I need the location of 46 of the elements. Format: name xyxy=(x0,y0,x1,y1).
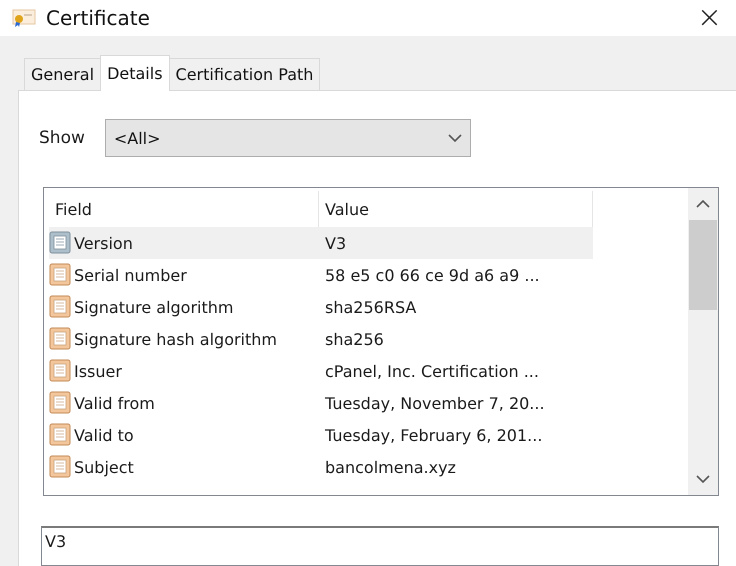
field-name: Version xyxy=(74,234,133,252)
field-name: Signature hash algorithm xyxy=(74,330,277,348)
field-icon xyxy=(49,455,71,479)
field-name: Subject xyxy=(74,458,134,476)
tab[interactable]: General xyxy=(24,58,102,90)
field-icon xyxy=(49,231,71,255)
list-row[interactable]: Signature algorithm sha256RSA xyxy=(49,291,593,323)
field-icon xyxy=(49,391,71,415)
chevron-up-icon xyxy=(696,200,710,208)
field-icon xyxy=(49,359,71,383)
field-icon xyxy=(49,295,71,319)
field-name: Issuer xyxy=(74,362,122,380)
certificate-icon xyxy=(12,8,36,28)
field-name: Signature algorithm xyxy=(74,298,234,316)
field-value: 58 e5 c0 66 ce 9d a6 a9 ... xyxy=(325,266,540,284)
field-name: Valid from xyxy=(74,394,155,412)
scrollbar[interactable] xyxy=(688,188,718,495)
field-value: Tuesday, November 7, 20... xyxy=(325,394,545,412)
window-title: Certificate xyxy=(46,6,151,30)
list-row[interactable]: Version V3 xyxy=(49,227,593,259)
list-row[interactable]: Valid to Tuesday, February 6, 201... xyxy=(49,419,593,451)
list-row[interactable]: Issuer cPanel, Inc. Certification ... xyxy=(49,355,593,387)
field-name: Serial number xyxy=(74,266,187,284)
list-row[interactable]: Serial number 58 e5 c0 66 ce 9d a6 a9 ... xyxy=(49,259,593,291)
list-row[interactable]: Signature hash algorithm sha256 xyxy=(49,323,593,355)
field-value: sha256 xyxy=(325,330,384,348)
field-value: cPanel, Inc. Certification ... xyxy=(325,362,539,380)
field-value: V3 xyxy=(325,234,346,252)
tab[interactable]: Details xyxy=(100,55,170,91)
field-icon xyxy=(49,327,71,351)
tab[interactable]: Certification Path xyxy=(168,58,320,90)
close-button[interactable]: × xyxy=(692,3,726,33)
list-row[interactable]: Valid from Tuesday, November 7, 20... xyxy=(49,387,593,419)
show-label: Show xyxy=(39,128,85,148)
field-icon xyxy=(49,423,71,447)
field-value: bancolmena.xyz xyxy=(325,458,456,476)
field-value: sha256RSA xyxy=(325,298,416,316)
value-field[interactable]: V3 xyxy=(41,526,719,566)
show-dropdown[interactable]: <All> xyxy=(104,119,471,157)
field-icon xyxy=(49,263,71,287)
scrollbar-thumb[interactable] xyxy=(689,220,717,310)
chevron-down-icon xyxy=(696,475,710,483)
field-value: Tuesday, February 6, 201... xyxy=(325,426,542,444)
field-name: Valid to xyxy=(74,426,134,444)
list-row[interactable]: Subject bancolmena.xyz xyxy=(49,451,593,483)
chevron-down-icon xyxy=(448,134,462,142)
